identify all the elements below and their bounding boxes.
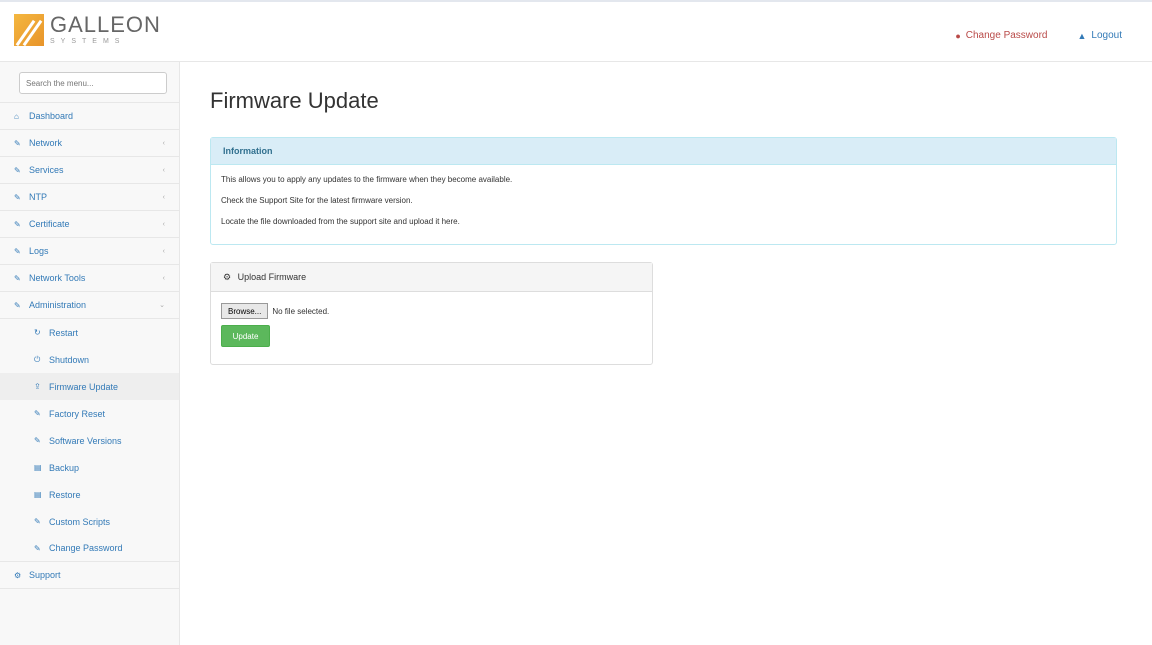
sidebar-subitem-custom-scripts[interactable]: ✎ Custom Scripts xyxy=(0,508,179,535)
sidebar-item-support[interactable]: ⚙ Support xyxy=(0,562,179,589)
sidebar-item-administration[interactable]: ✎ Administration ⌄ xyxy=(0,292,179,319)
home-icon: ⌂ xyxy=(14,111,19,121)
wrench-icon: ✎ xyxy=(14,219,21,229)
chevron-left-icon: ‹ xyxy=(162,166,165,174)
info-line: Locate the file downloaded from the supp… xyxy=(221,217,460,226)
sidebar-item-label: Firmware Update xyxy=(49,381,119,392)
wrench-icon: ✎ xyxy=(14,192,21,202)
sidebar-item-label: Certificate xyxy=(29,219,70,229)
sidebar: ⌂ Dashboard ✎ Network ‹ ✎ Services ‹ ✎ N… xyxy=(0,62,180,645)
sidebar-subitem-restore[interactable]: ▤ Restore xyxy=(0,481,179,508)
file-input[interactable]: Browse... No file selected. xyxy=(221,303,329,319)
logout-link[interactable]: ▲ Logout xyxy=(1077,30,1122,41)
sidebar-item-services[interactable]: ✎ Services ‹ xyxy=(0,157,179,184)
sidebar-item-label: Shutdown xyxy=(49,354,90,365)
sidebar-subitem-factory-reset[interactable]: ✎ Factory Reset xyxy=(0,400,179,427)
sidebar-item-label: Backup xyxy=(49,462,80,473)
wrench-icon: ✎ xyxy=(14,165,21,175)
refresh-icon: ↻ xyxy=(34,328,41,337)
sidebar-item-dashboard[interactable]: ⌂ Dashboard xyxy=(0,103,179,130)
main-content: Firmware Update Information This allows … xyxy=(180,62,1152,645)
information-heading: Information xyxy=(211,138,1116,165)
gear-icon: ⚙ xyxy=(223,272,232,282)
wrench-icon: ✎ xyxy=(14,138,21,148)
sidebar-item-ntp[interactable]: ✎ NTP ‹ xyxy=(0,184,179,211)
wrench-icon: ✎ xyxy=(34,409,41,418)
top-navbar: GALLEON SYSTEMS ● Change Password ▲ Logo… xyxy=(0,2,1152,62)
sidebar-subitem-firmware-update[interactable]: ⇪ Firmware Update xyxy=(0,373,179,400)
sidebar-item-label: Software Versions xyxy=(49,435,122,446)
chevron-down-icon: ⌄ xyxy=(159,302,165,309)
sidebar-subitem-software-versions[interactable]: ✎ Software Versions xyxy=(0,427,179,454)
browse-button[interactable]: Browse... xyxy=(221,303,269,319)
galleon-logo-icon xyxy=(14,14,44,46)
sidebar-item-network[interactable]: ✎ Network ‹ xyxy=(0,130,179,157)
upload-firmware-heading: ⚙ Upload Firmware xyxy=(211,263,652,292)
chevron-left-icon: ‹ xyxy=(162,220,165,228)
sidebar-item-label: Logs xyxy=(29,246,49,256)
info-line: Check the Support Site for the latest fi… xyxy=(221,196,413,205)
update-button[interactable]: Update xyxy=(221,325,270,347)
lock-icon: ▲ xyxy=(1077,30,1087,41)
sidebar-item-label: NTP xyxy=(29,192,47,202)
change-password-link[interactable]: ● Change Password xyxy=(955,30,1047,41)
logout-label: Logout xyxy=(1091,30,1122,41)
chevron-left-icon: ‹ xyxy=(162,274,165,282)
sidebar-item-label: Factory Reset xyxy=(49,408,106,419)
circle-icon: ● xyxy=(955,30,961,41)
wrench-icon: ✎ xyxy=(34,436,41,445)
sidebar-item-label: Services xyxy=(29,165,64,175)
chevron-left-icon: ‹ xyxy=(162,139,165,147)
sidebar-item-label: Administration xyxy=(29,300,87,310)
wrench-icon: ✎ xyxy=(14,300,21,310)
chevron-left-icon: ‹ xyxy=(162,247,165,255)
upload-heading-label: Upload Firmware xyxy=(237,272,307,282)
change-password-label: Change Password xyxy=(965,30,1048,41)
sidebar-item-label: Support xyxy=(29,570,61,580)
information-panel: Information This allows you to apply any… xyxy=(210,137,1117,245)
sidebar-item-label: Dashboard xyxy=(29,111,74,121)
sidebar-subitem-restart[interactable]: ↻ Restart xyxy=(0,319,179,346)
brand-name: GALLEON xyxy=(50,12,161,37)
sidebar-subitem-change-password[interactable]: ✎ Change Password xyxy=(0,535,179,562)
wrench-icon: ✎ xyxy=(34,543,41,553)
upload-firmware-panel: ⚙ Upload Firmware Browse... No file sele… xyxy=(210,262,653,365)
sidebar-subitem-shutdown[interactable]: ⏻ Shutdown xyxy=(0,346,179,373)
sidebar-item-certificate[interactable]: ✎ Certificate ‹ xyxy=(0,211,179,238)
sidebar-subitem-backup[interactable]: ▤ Backup xyxy=(0,454,179,481)
file-icon: ▤ xyxy=(34,490,42,499)
file-icon: ▤ xyxy=(34,463,42,472)
brand-logo[interactable]: GALLEON SYSTEMS xyxy=(14,14,161,46)
brand-subtitle: SYSTEMS xyxy=(50,38,126,45)
sidebar-item-logs[interactable]: ✎ Logs ‹ xyxy=(0,238,179,265)
sidebar-item-label: Change Password xyxy=(49,543,123,553)
sidebar-item-label: Restart xyxy=(49,327,79,338)
sidebar-item-label: Custom Scripts xyxy=(49,516,111,527)
sidebar-search-input[interactable] xyxy=(19,72,167,94)
sidebar-item-network-tools[interactable]: ✎ Network Tools ‹ xyxy=(0,265,179,292)
file-status-text: No file selected. xyxy=(272,306,330,316)
power-icon: ⏻ xyxy=(34,354,41,364)
page-title: Firmware Update xyxy=(210,88,379,113)
sidebar-item-label: Restore xyxy=(49,489,81,500)
chevron-left-icon: ‹ xyxy=(162,193,165,201)
sidebar-item-label: Network xyxy=(29,138,63,148)
info-line: This allows you to apply any updates to … xyxy=(221,175,513,184)
wrench-icon: ✎ xyxy=(14,246,21,256)
wrench-icon: ✎ xyxy=(34,517,41,526)
gear-icon: ⚙ xyxy=(14,570,22,580)
wrench-icon: ✎ xyxy=(14,273,21,283)
sidebar-item-label: Network Tools xyxy=(29,273,86,283)
upload-icon: ⇪ xyxy=(34,382,41,391)
